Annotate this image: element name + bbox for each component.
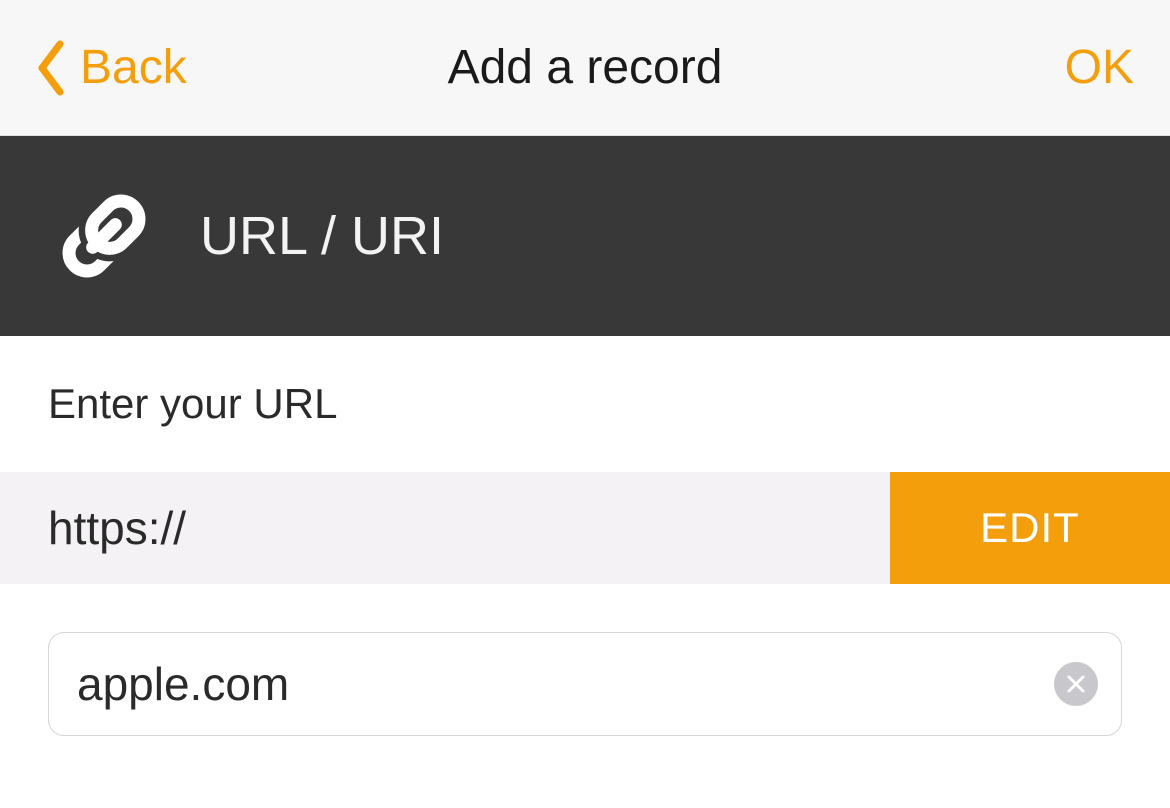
input-wrapper — [48, 632, 1122, 736]
link-icon — [44, 176, 164, 296]
close-icon — [1066, 674, 1086, 694]
back-label: Back — [80, 40, 187, 95]
section-header: URL / URI — [0, 136, 1170, 336]
input-container — [0, 584, 1170, 784]
protocol-label: https:// — [0, 472, 890, 584]
url-input[interactable] — [48, 632, 1122, 736]
edit-protocol-button[interactable]: EDIT — [890, 472, 1170, 584]
clear-input-button[interactable] — [1054, 662, 1098, 706]
ok-button[interactable]: OK — [1065, 40, 1134, 95]
chevron-left-icon — [36, 40, 64, 96]
navbar: Back Add a record OK — [0, 0, 1170, 136]
page-title: Add a record — [448, 40, 723, 95]
protocol-row: https:// EDIT — [0, 472, 1170, 584]
section-title: URL / URI — [200, 205, 444, 267]
back-button[interactable]: Back — [36, 40, 187, 96]
prompt-label: Enter your URL — [0, 336, 1170, 472]
